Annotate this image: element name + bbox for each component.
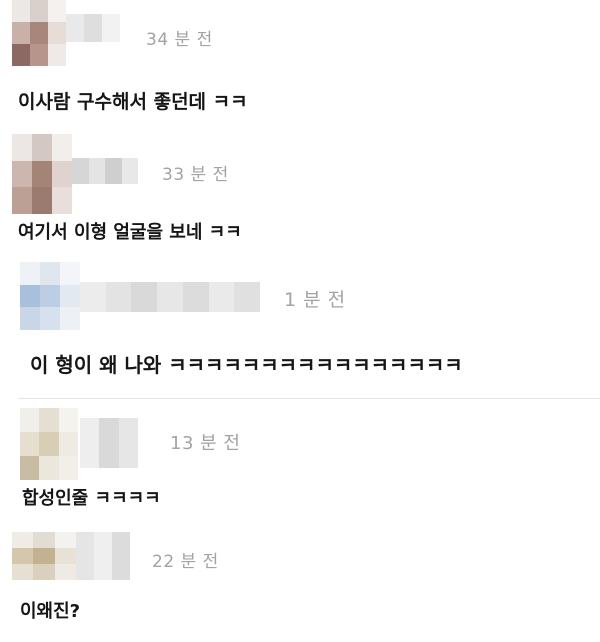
avatar-pixel — [33, 564, 55, 580]
comment-text: 이 형이 왜 나와 ㅋㅋㅋㅋㅋㅋㅋㅋㅋㅋㅋㅋㅋㅋㅋㅋ — [30, 353, 463, 377]
username-pixel — [157, 282, 183, 312]
comment-item: 33 분 전 여기서 이형 얼굴을 보네 ㅋㅋ — [0, 122, 600, 254]
avatar-pixel — [33, 548, 55, 564]
avatar-pixel — [20, 307, 40, 330]
comment-text: 이왜진? — [20, 601, 81, 622]
avatar-pixel — [30, 22, 48, 44]
avatar-pixel — [40, 262, 60, 285]
avatar-pixel — [20, 408, 40, 432]
avatar-pixel — [40, 284, 60, 308]
avatar-pixel — [58, 432, 78, 456]
username-pixel — [66, 14, 84, 42]
comment-text: 여기서 이형 얼굴을 보네 ㅋㅋ — [18, 222, 242, 243]
comment-timestamp: 22 분 전 — [152, 552, 219, 572]
blurred-avatar-icon[interactable] — [12, 0, 66, 66]
avatar-pixel — [52, 134, 72, 161]
avatar-pixel — [39, 456, 59, 480]
avatar-pixel — [20, 456, 40, 480]
avatar-pixel — [32, 160, 52, 188]
comment-timestamp: 13 분 전 — [170, 433, 241, 454]
avatar-pixel — [32, 187, 52, 214]
comment-timestamp: 1 분 전 — [284, 289, 346, 311]
username-pixel — [182, 282, 209, 312]
username-pixel — [76, 532, 94, 580]
blurred-username[interactable] — [76, 532, 130, 580]
avatar-pixel — [33, 532, 55, 548]
avatar-pixel — [20, 262, 40, 285]
username-pixel — [105, 282, 132, 312]
username-pixel — [99, 418, 119, 468]
username-pixel — [118, 418, 138, 468]
avatar-pixel — [60, 262, 80, 285]
avatar-pixel — [48, 44, 66, 66]
avatar-pixel — [60, 307, 80, 330]
comment-divider — [18, 398, 600, 399]
avatar-pixel — [12, 0, 30, 22]
comment-item: 13 분 전 합성인줄 ㅋㅋㅋㅋ — [0, 400, 600, 528]
username-pixel — [102, 14, 120, 42]
avatar-pixel — [12, 134, 32, 161]
blurred-username[interactable] — [72, 158, 138, 184]
avatar-pixel — [12, 187, 32, 214]
avatar-pixel — [12, 548, 34, 564]
username-pixel — [105, 158, 122, 184]
username-pixel — [208, 282, 235, 312]
avatar-pixel — [30, 44, 48, 66]
avatar-pixel — [12, 532, 34, 548]
avatar-pixel — [58, 408, 78, 432]
avatar-pixel — [39, 432, 59, 456]
blurred-username[interactable] — [80, 282, 260, 312]
comment-item: 22 분 전 이왜진? — [0, 528, 600, 642]
comment-item: 1 분 전 이 형이 왜 나와 ㅋㅋㅋㅋㅋㅋㅋㅋㅋㅋㅋㅋㅋㅋㅋㅋ — [0, 254, 600, 396]
avatar-pixel — [48, 0, 66, 22]
username-pixel — [80, 282, 106, 312]
username-pixel — [84, 14, 102, 42]
username-pixel — [72, 158, 89, 184]
avatar-pixel — [12, 160, 32, 188]
avatar-pixel — [32, 134, 52, 161]
avatar-pixel — [60, 284, 80, 308]
username-pixel — [88, 158, 105, 184]
blurred-avatar-icon[interactable] — [12, 134, 72, 214]
blurred-avatar-icon[interactable] — [20, 262, 80, 330]
avatar-pixel — [58, 456, 78, 480]
username-pixel — [234, 282, 260, 312]
username-pixel — [94, 532, 112, 580]
blurred-username[interactable] — [66, 14, 120, 42]
username-pixel — [112, 532, 130, 580]
avatar-pixel — [48, 22, 66, 44]
comment-text: 합성인줄 ㅋㅋㅋㅋ — [22, 488, 161, 509]
avatar-pixel — [54, 564, 76, 580]
avatar-pixel — [12, 44, 30, 66]
comment-item: 34 분 전 이사람 구수해서 좋던데 ㅋㅋ — [0, 0, 600, 122]
comment-timestamp: 34 분 전 — [146, 30, 213, 50]
blurred-username[interactable] — [80, 418, 138, 468]
avatar-pixel — [39, 408, 59, 432]
avatar-pixel — [54, 548, 76, 564]
username-pixel — [121, 158, 138, 184]
blurred-avatar-icon[interactable] — [12, 532, 76, 580]
avatar-pixel — [54, 532, 76, 548]
comment-timestamp: 33 분 전 — [162, 165, 229, 185]
avatar-pixel — [40, 307, 60, 330]
comment-text: 이사람 구수해서 좋던데 ㅋㅋ — [18, 91, 248, 113]
avatar-pixel — [12, 22, 30, 44]
avatar-pixel — [20, 284, 40, 308]
username-pixel — [131, 282, 158, 312]
username-pixel — [80, 418, 100, 468]
avatar-pixel — [30, 0, 48, 22]
avatar-pixel — [52, 187, 72, 214]
avatar-pixel — [12, 564, 34, 580]
blurred-avatar-icon[interactable] — [20, 408, 78, 480]
avatar-pixel — [20, 432, 40, 456]
avatar-pixel — [52, 160, 72, 188]
